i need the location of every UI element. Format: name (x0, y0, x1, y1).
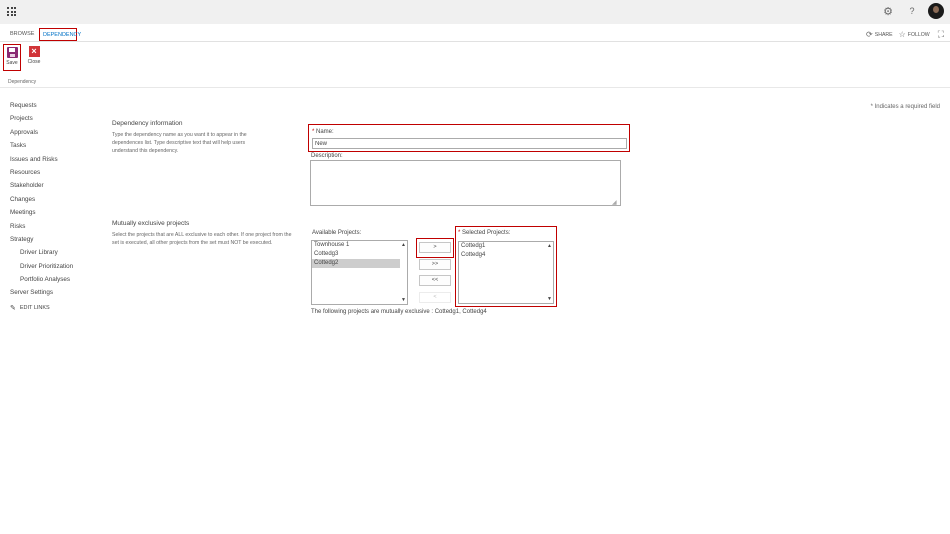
list-item[interactable]: Cottedg2 (312, 259, 400, 268)
description-field[interactable] (310, 160, 621, 206)
nav-item-risks[interactable]: Risks (10, 220, 100, 233)
dependency-info-description: Type the dependency name as you want it … (112, 132, 247, 154)
list-item[interactable]: Cottedg4 (459, 251, 553, 260)
available-projects-list[interactable]: Townhouse 1 Cottedg3 Cottedg2 ▲ ▼ (311, 240, 408, 305)
selected-projects-list[interactable]: Cottedg1 Cottedg4 ▲ ▼ (458, 241, 554, 304)
close-button[interactable]: × Close (25, 46, 43, 65)
waffle-icon[interactable] (7, 7, 16, 16)
name-field[interactable] (312, 138, 627, 149)
scroll-up-icon[interactable]: ▲ (401, 242, 406, 248)
scroll-up-icon[interactable]: ▲ (547, 243, 552, 249)
list-item[interactable]: Cottedg3 (312, 250, 407, 259)
save-button[interactable]: Save (3, 44, 21, 71)
close-icon: × (28, 46, 40, 57)
description-label: Description: (311, 153, 343, 159)
edit-links-label: EDIT LINKS (19, 305, 50, 312)
required-field-note: * Indicates a required field (870, 104, 940, 110)
resize-handle-icon[interactable]: ◢ (612, 199, 617, 206)
nav-item-changes[interactable]: Changes (10, 193, 100, 206)
save-label: Save (6, 60, 18, 66)
nav-item-driver-library[interactable]: Driver Library (10, 246, 100, 259)
mutually-exclusive-description: Select the projects that are ALL exclusi… (112, 232, 292, 246)
nav-item-driver-prioritization[interactable]: Driver Prioritization (10, 260, 100, 273)
help-button[interactable]: ? (902, 6, 922, 16)
list-item[interactable]: Townhouse 1 (312, 241, 407, 250)
quick-launch: Requests Projects Approvals Tasks Issues… (10, 99, 100, 315)
nav-item-server-settings[interactable]: Server Settings (10, 286, 100, 299)
dependency-info-title: Dependency information (112, 120, 183, 127)
suite-bar-actions: ⚙ ? (878, 3, 944, 19)
gear-icon[interactable]: ⚙ (878, 5, 898, 18)
nav-item-resources[interactable]: Resources (10, 166, 100, 179)
available-projects-label: Available Projects: (312, 230, 362, 236)
scroll-down-icon[interactable]: ▼ (547, 296, 552, 302)
nav-item-meetings[interactable]: Meetings (10, 206, 100, 219)
suite-bar: ⚙ ? (0, 0, 950, 24)
pencil-icon: ✎ (10, 305, 16, 313)
scrollbar[interactable]: ▲ ▼ (546, 242, 553, 303)
scrollbar[interactable]: ▲ ▼ (400, 241, 407, 304)
name-label: * Name: (312, 129, 334, 135)
nav-item-stakeholder[interactable]: Stakeholder (10, 179, 100, 192)
focus-on-content-icon[interactable]: ⛶ (938, 29, 944, 40)
name-label-text: Name: (314, 129, 334, 135)
follow-label: FOLLOW (907, 31, 930, 38)
tab-browse[interactable]: BROWSE (7, 28, 37, 41)
share-button[interactable]: ⟳ SHARE (866, 30, 893, 39)
ribbon-group-label: Dependency (8, 79, 37, 85)
add-all-button[interactable]: >> (419, 259, 451, 270)
tab-dependency[interactable]: DEPENDENCY (39, 28, 81, 41)
nav-item-strategy[interactable]: Strategy (10, 233, 100, 246)
page-actions: ⟳ SHARE ☆ FOLLOW ⛶ (860, 28, 944, 41)
close-label: Close (27, 59, 41, 65)
star-icon: ☆ (898, 30, 906, 39)
selected-projects-label: * Selected Projects: (458, 230, 510, 236)
ribbon-tab-bar: BROWSE DEPENDENCY ⟳ SHARE ☆ FOLLOW ⛶ (0, 27, 950, 42)
nav-item-approvals[interactable]: Approvals (10, 126, 100, 139)
nav-item-portfolio-analyses[interactable]: Portfolio Analyses (10, 273, 100, 286)
mutually-exclusive-title: Mutually exclusive projects (112, 220, 190, 227)
remove-all-button[interactable]: << (419, 275, 451, 286)
follow-button[interactable]: ☆ FOLLOW (899, 30, 930, 39)
scroll-down-icon[interactable]: ▼ (401, 297, 406, 303)
save-icon (6, 47, 18, 58)
ribbon-body: Save × Close Dependency (0, 42, 950, 88)
nav-item-projects[interactable]: Projects (10, 112, 100, 125)
selected-projects-label-text: Selected Projects: (460, 230, 511, 236)
share-label: SHARE (874, 31, 893, 38)
mutually-exclusive-message: The following projects are mutually excl… (311, 309, 487, 315)
nav-item-tasks[interactable]: Tasks (10, 139, 100, 152)
remove-button[interactable]: < (419, 292, 451, 303)
nav-item-requests[interactable]: Requests (10, 99, 100, 112)
user-avatar[interactable] (928, 3, 944, 19)
add-button[interactable]: > (419, 242, 451, 253)
nav-item-issues-and-risks[interactable]: Issues and Risks (10, 153, 100, 166)
list-item[interactable]: Cottedg1 (459, 242, 553, 251)
share-icon: ⟳ (866, 30, 873, 39)
edit-links-button[interactable]: ✎ EDIT LINKS (10, 302, 100, 315)
